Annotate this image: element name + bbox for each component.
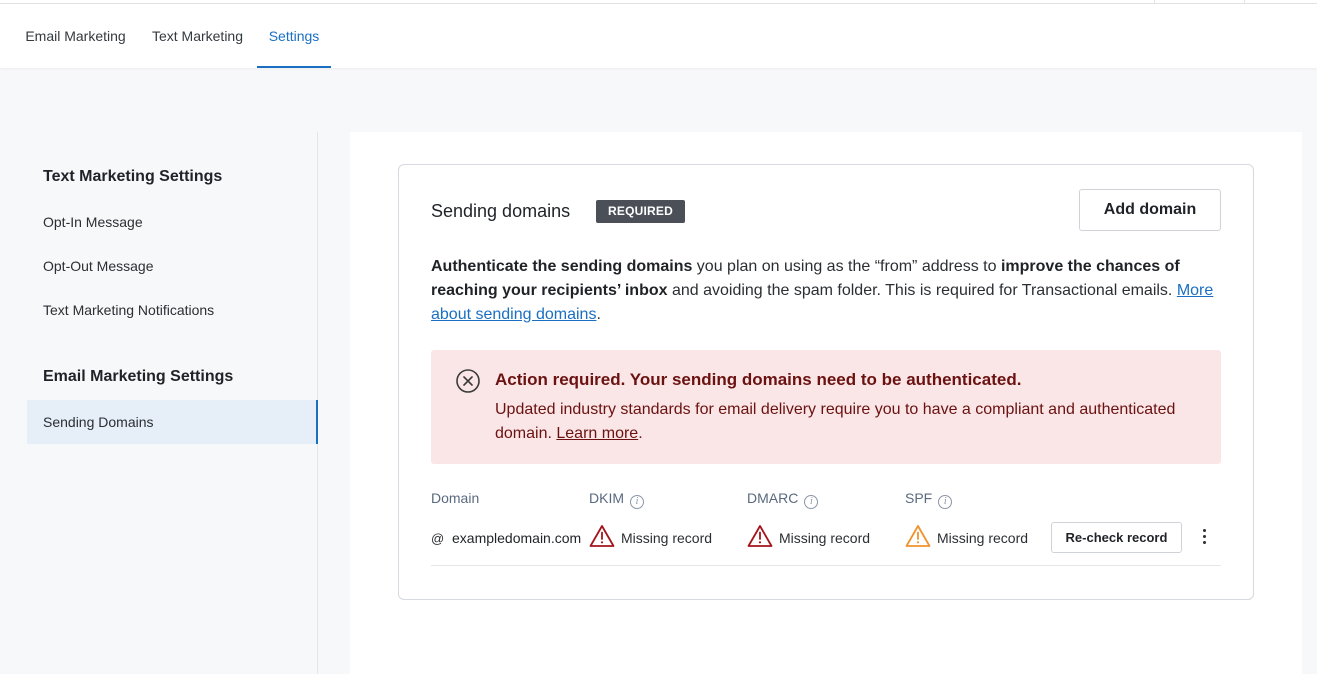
at-sign: @: [431, 531, 445, 546]
add-domain-button[interactable]: Add domain: [1079, 189, 1221, 231]
alert-body: Updated industry standards for email del…: [495, 398, 1205, 446]
text-marketing-settings-heading: Text Marketing Settings: [43, 168, 223, 185]
action-required-alert: Action required. Your sending domains ne…: [431, 350, 1221, 464]
description-text: Authenticate the sending domains you pla…: [431, 255, 1223, 327]
sidebar-item-opt-out-message[interactable]: Opt-Out Message: [27, 244, 317, 288]
table-row: @ exampledomain.com Missing record Missi…: [431, 518, 1221, 566]
column-header-dkim-label: DKIM: [589, 490, 624, 506]
sidebar-item-opt-in-message[interactable]: Opt-In Message: [27, 200, 317, 244]
tab-email-marketing[interactable]: Email Marketing: [22, 4, 129, 68]
spf-status-text: Missing record: [937, 530, 1029, 546]
warning-triangle-icon: [905, 525, 931, 547]
tab-settings[interactable]: Settings: [257, 4, 331, 68]
error-triangle-icon: [747, 525, 773, 547]
desc-bold-1: Authenticate the sending domains: [431, 258, 693, 275]
tab-bar: Email Marketing Text Marketing Settings: [0, 4, 1317, 68]
x-circle-icon: [456, 369, 480, 393]
dkim-status-text: Missing record: [621, 530, 713, 546]
recheck-record-button[interactable]: Re-check record: [1051, 522, 1182, 553]
learn-more-link[interactable]: Learn more: [556, 425, 638, 442]
info-icon[interactable]: i: [630, 495, 644, 509]
column-header-dkim: DKIM i: [589, 490, 644, 509]
column-header-domain: Domain: [431, 490, 479, 506]
sidebar-item-sending-domains[interactable]: Sending Domains: [27, 400, 318, 444]
more-options-icon[interactable]: [1195, 525, 1215, 549]
sidebar-item-text-marketing-notifications[interactable]: Text Marketing Notifications: [27, 288, 317, 332]
card-title: Sending domains: [431, 201, 571, 221]
column-header-dmarc: DMARC i: [747, 490, 819, 509]
desc-end: .: [596, 306, 601, 323]
info-icon[interactable]: i: [938, 495, 953, 509]
email-marketing-settings-heading: Email Marketing Settings: [43, 368, 234, 385]
alert-title: Action required. Your sending domains ne…: [495, 370, 1022, 389]
required-badge: REQUIRED: [596, 200, 685, 223]
alert-body-end: .: [638, 425, 643, 442]
desc-text-2: and avoiding the spam folder. This is re…: [667, 282, 1177, 299]
column-header-dmarc-label: DMARC: [747, 490, 799, 506]
desc-text-1: you plan on using as the “from” address …: [692, 258, 1001, 275]
tab-text-marketing[interactable]: Text Marketing: [148, 4, 247, 68]
domain-name: exampledomain.com: [452, 530, 582, 546]
column-header-spf: SPF i: [905, 490, 953, 509]
dmarc-status-text: Missing record: [779, 530, 871, 546]
error-triangle-icon: [589, 525, 615, 547]
info-icon[interactable]: i: [804, 495, 819, 509]
settings-sidebar: Text Marketing Settings Opt-In Message O…: [0, 132, 318, 674]
sending-domains-card: Sending domains REQUIRED Add domain Auth…: [398, 164, 1254, 600]
column-header-domain-label: Domain: [431, 490, 480, 506]
column-header-spf-label: SPF: [905, 490, 933, 506]
